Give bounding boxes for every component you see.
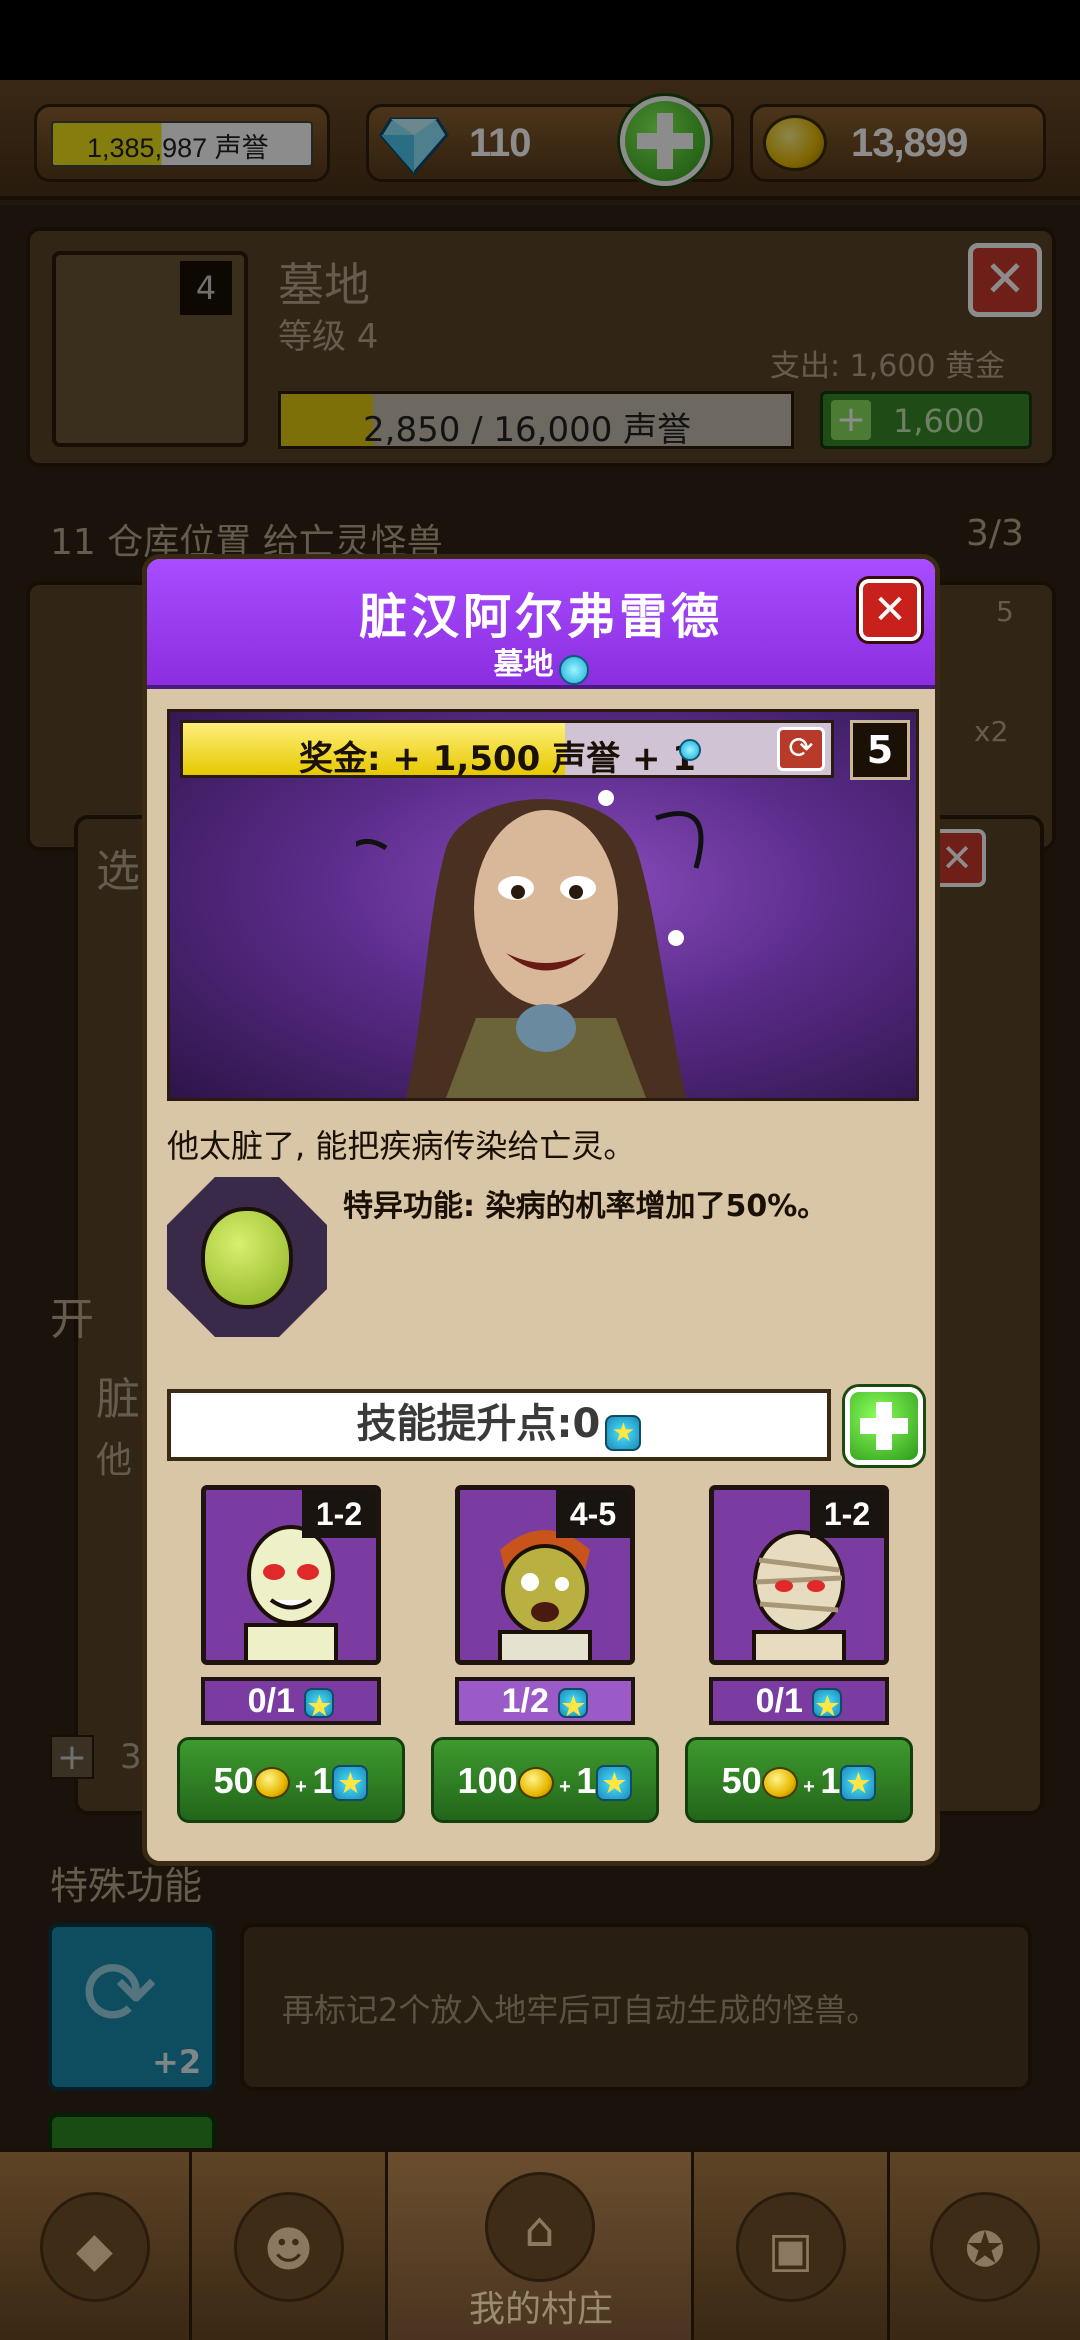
skill-points-box: 技能提升点:0 bbox=[167, 1389, 831, 1461]
people-icon: ☻ bbox=[233, 2192, 344, 2302]
skill-range: 4-5 bbox=[556, 1490, 630, 1538]
gold-coin-icon bbox=[253, 1767, 290, 1800]
upgrade-skill-button[interactable]: 100 + 1 bbox=[431, 1737, 659, 1823]
bonus-bar: 奖金: + 1,500 声誉 + 1 ⟳ bbox=[180, 720, 834, 779]
modal-subtitle-row: 墓地 bbox=[147, 639, 935, 685]
tab-chest[interactable]: ▣ bbox=[694, 2152, 890, 2340]
character-portrait: 奖金: + 1,500 声誉 + 1 ⟳ 5 bbox=[167, 709, 919, 1101]
gold-coin-icon bbox=[761, 1767, 798, 1800]
skill-progress-text: 0/1 bbox=[247, 1682, 295, 1720]
plus-sign: + bbox=[553, 1776, 577, 1798]
cost-points: 1 bbox=[820, 1760, 841, 1801]
skill-star-icon bbox=[812, 1688, 843, 1724]
skill-zombie[interactable]: 4-5 bbox=[455, 1485, 635, 1665]
cost-points: 1 bbox=[312, 1760, 333, 1801]
skill-progress: 0/1 bbox=[709, 1677, 889, 1725]
diamond-icon: ◆ bbox=[39, 2192, 150, 2302]
skill-star-icon bbox=[332, 1765, 369, 1802]
skill-range: 1-2 bbox=[302, 1490, 376, 1538]
reroll-button[interactable]: ⟳ bbox=[777, 727, 825, 771]
gem-icon bbox=[558, 654, 589, 685]
bonus-text: 奖金: + 1,500 声誉 + 1 bbox=[299, 739, 696, 779]
zombie-icon bbox=[498, 1530, 592, 1660]
plus-icon bbox=[860, 1402, 908, 1450]
tab-my-village[interactable]: ⌂ 我的村庄 bbox=[388, 2152, 694, 2340]
bottom-nav: ◆ ☻ ⌂ 我的村庄 ▣ ✪ bbox=[0, 2148, 1080, 2340]
character-level-badge: 5 bbox=[850, 720, 910, 780]
chest-icon: ▣ bbox=[735, 2192, 846, 2302]
house-icon: ⌂ bbox=[484, 2172, 595, 2282]
plus-sign: + bbox=[289, 1776, 313, 1798]
tab-achievements[interactable]: ✪ bbox=[890, 2152, 1080, 2340]
mummy-icon bbox=[752, 1530, 846, 1660]
skill-star-icon bbox=[596, 1765, 633, 1802]
cost-gold: 50 bbox=[213, 1760, 254, 1801]
skill-progress-text: 1/2 bbox=[501, 1682, 549, 1720]
ability-text: 特异功能: 染病的机率增加了50%。 bbox=[343, 1189, 828, 1224]
skill-progress: 1/2 bbox=[455, 1677, 635, 1725]
tab-characters[interactable]: ☻ bbox=[192, 2152, 388, 2340]
gold-coin-icon bbox=[517, 1767, 554, 1800]
dirty-man-portrait bbox=[356, 790, 704, 1098]
skill-star-icon bbox=[558, 1688, 589, 1724]
cost-points: 1 bbox=[576, 1760, 597, 1801]
close-modal-button[interactable]: ✕ bbox=[859, 579, 921, 641]
skill-mummy[interactable]: 1-2 bbox=[709, 1485, 889, 1665]
skill-progress: 0/1 bbox=[201, 1677, 381, 1725]
modal-header: 脏汉阿尔弗雷德 墓地 ✕ bbox=[147, 559, 935, 689]
plus-sign: + bbox=[797, 1776, 821, 1798]
disease-icon bbox=[167, 1177, 327, 1337]
character-description: 他太脏了, 能把疾病传染给亡灵。 bbox=[167, 1127, 636, 1165]
skill-star-icon bbox=[605, 1414, 642, 1451]
medal-icon: ✪ bbox=[930, 2192, 1040, 2302]
upgrade-skill-button[interactable]: 50 + 1 bbox=[177, 1737, 405, 1823]
cost-gold: 50 bbox=[721, 1760, 762, 1801]
skeleton-icon bbox=[244, 1525, 338, 1660]
skill-skeleton[interactable]: 1-2 bbox=[201, 1485, 381, 1665]
bonus-gem-icon bbox=[679, 739, 701, 761]
skill-progress-text: 0/1 bbox=[755, 1682, 803, 1720]
skill-points-text: 技能提升点:0 bbox=[356, 1401, 601, 1447]
tab-label: 我的村庄 bbox=[468, 2289, 613, 2330]
tab-shop[interactable]: ◆ bbox=[0, 2152, 192, 2340]
skill-star-icon bbox=[840, 1765, 877, 1802]
skill-star-icon bbox=[304, 1688, 335, 1724]
character-modal: 脏汉阿尔弗雷德 墓地 ✕ 奖金: + 1,500 声誉 + 1 ⟳ 5 他太脏了… bbox=[142, 554, 940, 1866]
game-screen: 1,385,987 声誉 110 13,899 4 墓地 等级 4 支出: 1,… bbox=[0, 0, 1080, 2340]
modal-subtitle: 墓地 bbox=[493, 647, 554, 682]
upgrade-skill-button[interactable]: 50 + 1 bbox=[685, 1737, 913, 1823]
modal-title: 脏汉阿尔弗雷德 bbox=[358, 589, 723, 645]
cost-gold: 100 bbox=[457, 1760, 518, 1801]
add-skill-points-button[interactable] bbox=[845, 1387, 923, 1465]
skill-range: 1-2 bbox=[810, 1490, 884, 1538]
